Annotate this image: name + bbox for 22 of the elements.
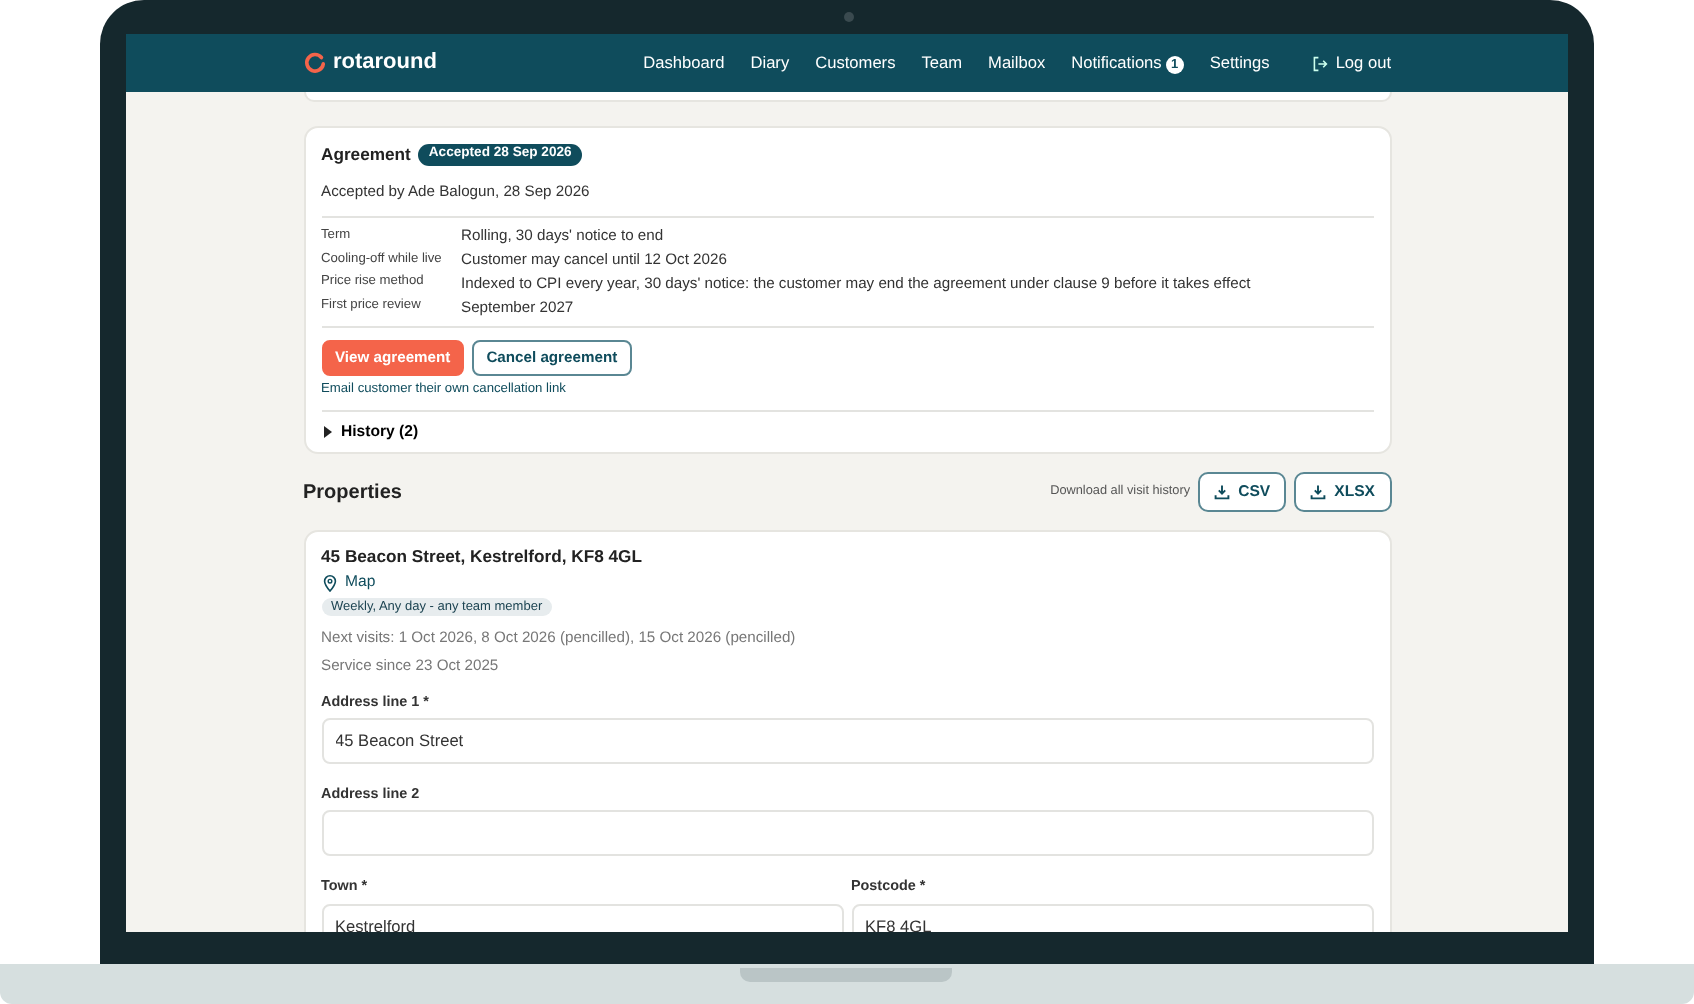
download-icon xyxy=(1214,484,1231,501)
nav-link[interactable]: Dashboard xyxy=(643,52,725,74)
logo-text[interactable]: rotaround xyxy=(333,48,437,78)
map-pin-icon xyxy=(321,573,337,592)
nav-link[interactable]: Team xyxy=(921,52,963,74)
caret-icon xyxy=(321,425,333,438)
nav-link[interactable]: Mailbox xyxy=(988,52,1046,74)
logo-icon xyxy=(303,51,325,74)
section-title: Properties xyxy=(303,479,402,506)
nav-link[interactable]: Customers xyxy=(815,52,896,74)
property-address: 45 Beacon Street, Kestrelford, KF8 4GL xyxy=(321,546,644,569)
nav-link[interactable]: Diary xyxy=(750,52,790,74)
input-field[interactable]: 45 Beacon Street xyxy=(321,717,1373,764)
input-field[interactable]: Kestrelford xyxy=(321,903,843,932)
logout-icon xyxy=(1311,55,1328,71)
download-icon xyxy=(1310,484,1327,501)
camera-icon xyxy=(843,12,853,22)
input-field[interactable] xyxy=(321,810,1373,857)
input-field[interactable]: KF8 4GL xyxy=(851,903,1373,932)
card-title: Agreement xyxy=(321,144,411,167)
nav-link[interactable]: Settings xyxy=(1209,52,1270,74)
logout-link[interactable]: Log out xyxy=(1311,52,1391,74)
